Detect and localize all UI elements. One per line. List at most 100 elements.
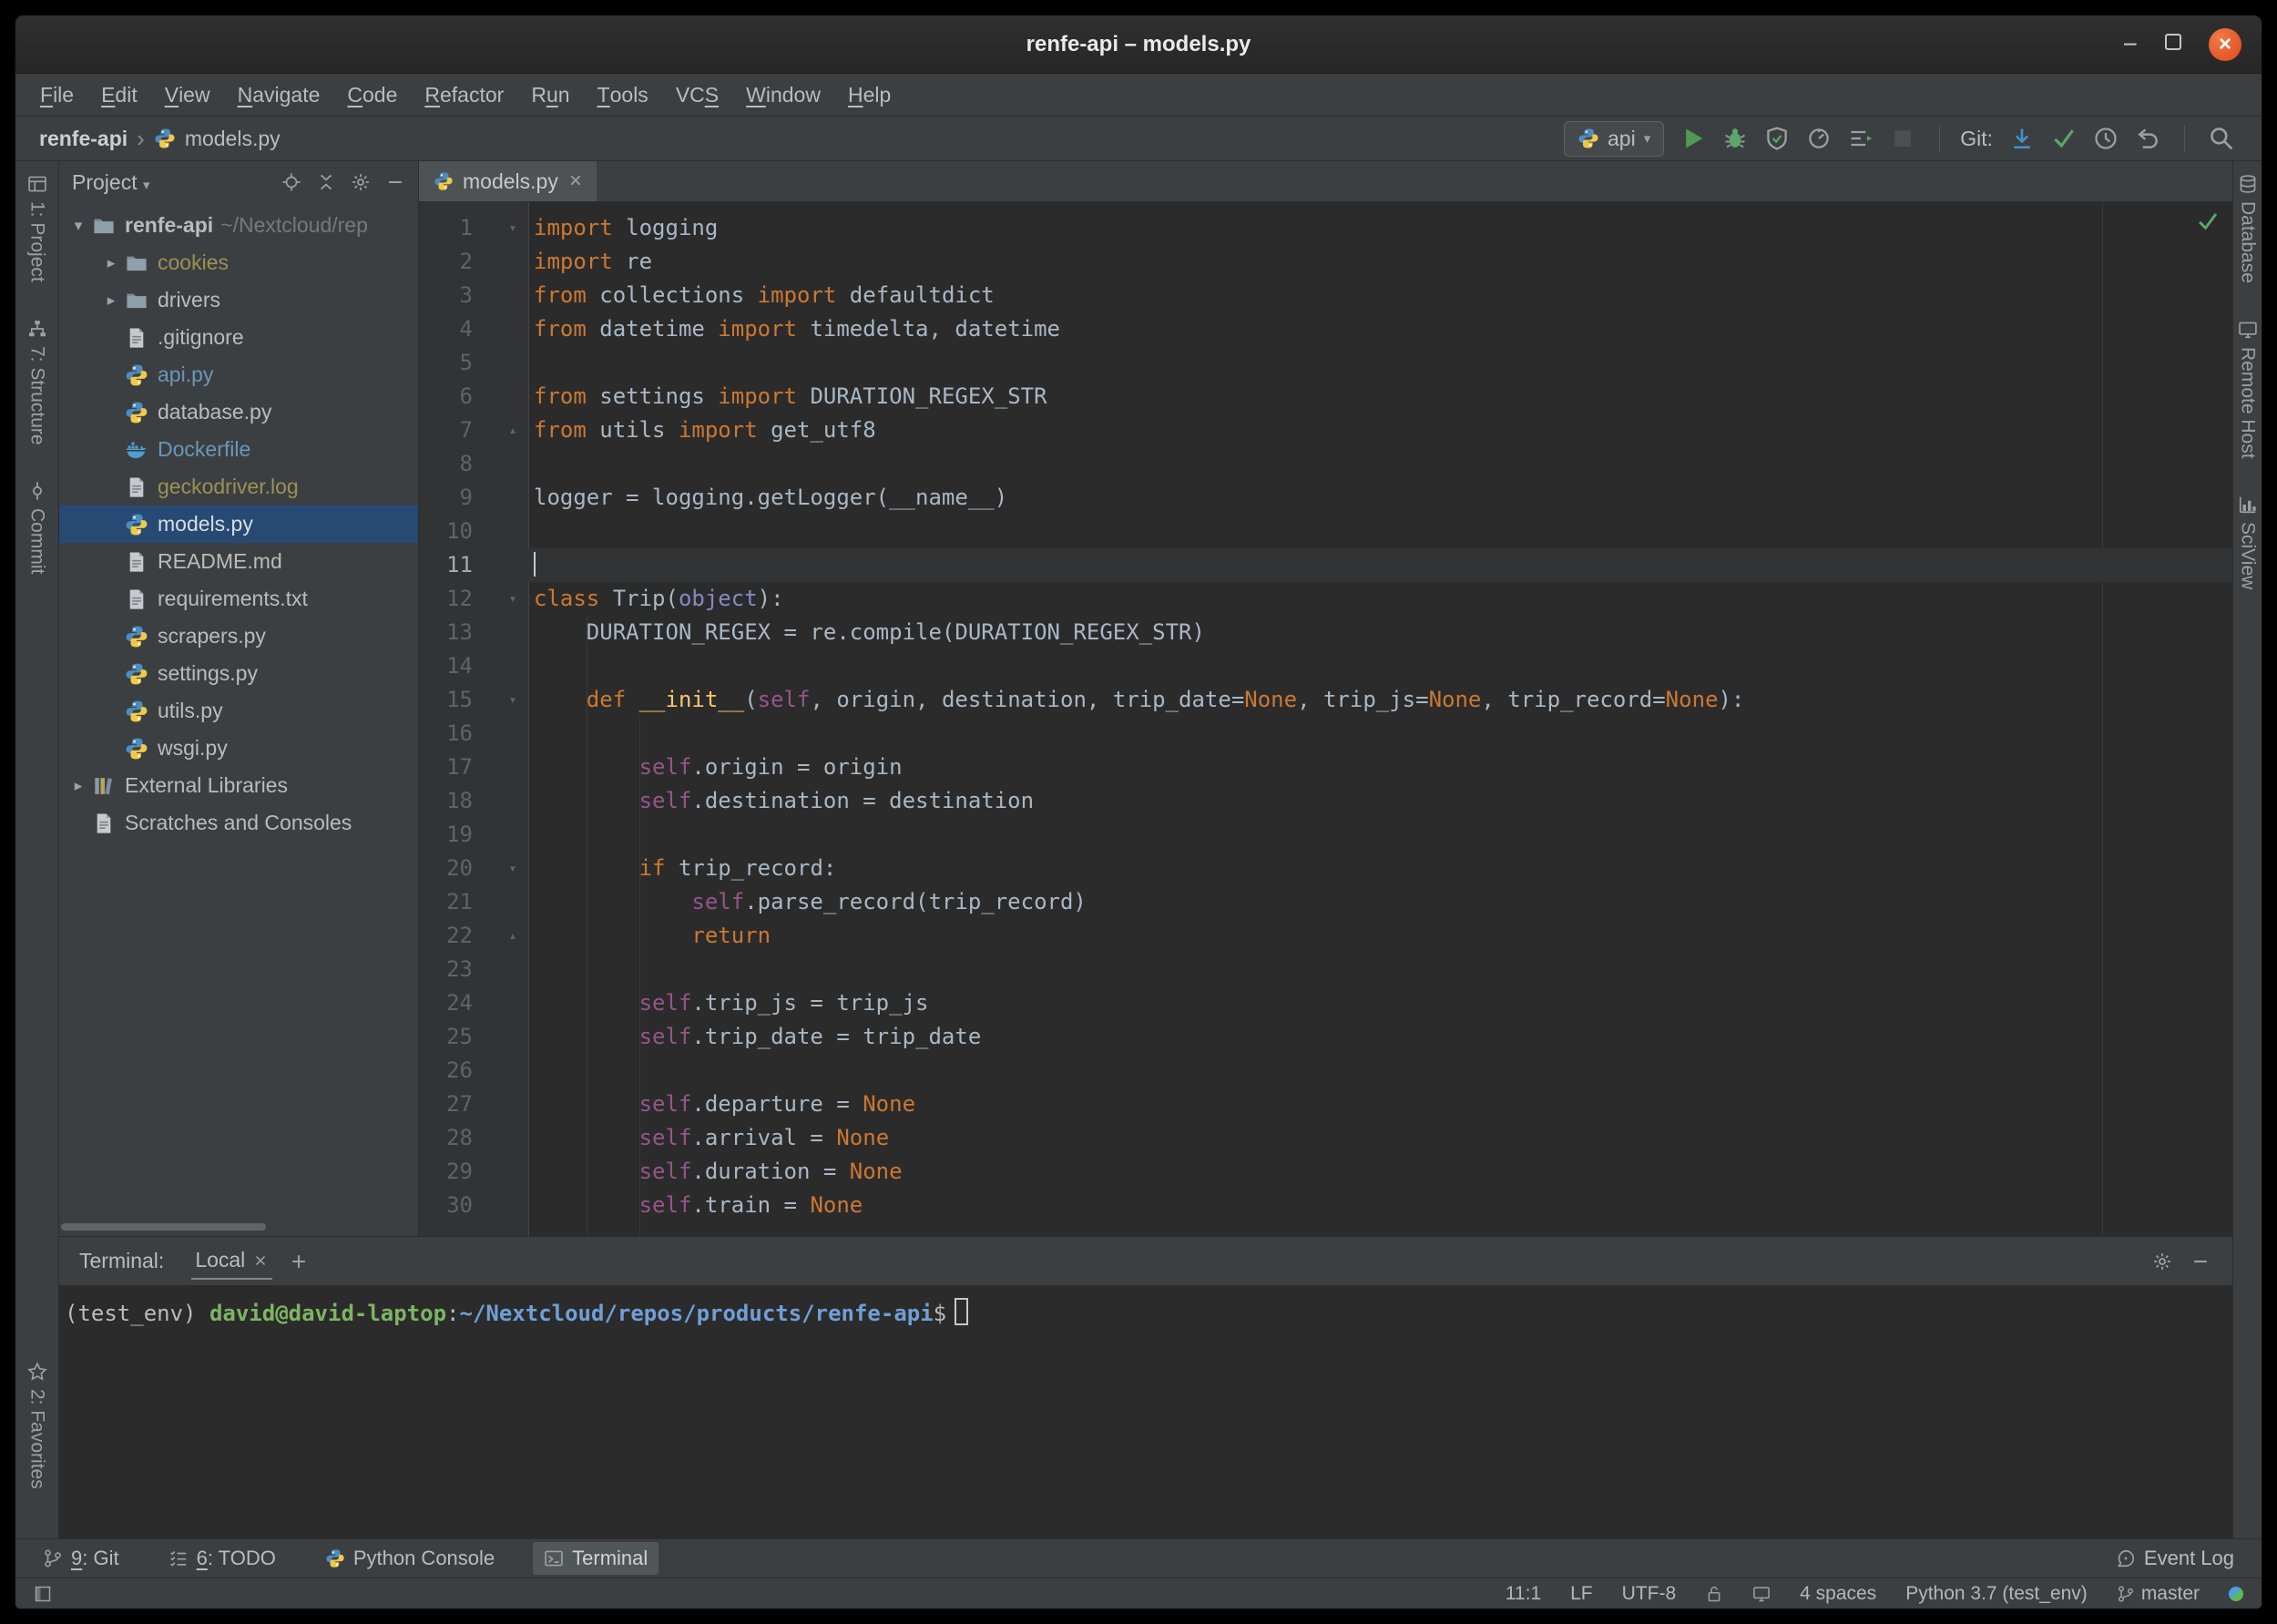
fold-marker-icon[interactable]: ▾ (496, 852, 529, 885)
file-encoding[interactable]: UTF-8 (1622, 1583, 1677, 1605)
git-branch-widget[interactable]: master (2117, 1583, 2200, 1605)
tree-item-settings-py[interactable]: settings.py (59, 655, 418, 692)
settings-gear-button[interactable] (351, 172, 371, 192)
debug-button[interactable] (1719, 122, 1751, 155)
chevron-right-icon[interactable]: ▸ (97, 291, 125, 310)
tree-item-models-py[interactable]: models.py (59, 506, 418, 543)
close-tab-icon[interactable]: × (569, 169, 582, 194)
code-line[interactable]: 20 ▾ if trip_record: (419, 852, 2232, 885)
code-line[interactable]: 4 from datetime import timedelta, datetim… (419, 312, 2232, 346)
event-log-button[interactable]: Event Log (2105, 1542, 2245, 1575)
code-line[interactable]: 1 ▾ import logging (419, 211, 2232, 245)
rollback-button[interactable] (2131, 122, 2164, 155)
code-line[interactable]: 9 logger = logging.getLogger(__name__) (419, 481, 2232, 515)
project-view-dropdown[interactable]: Project ▾ (72, 170, 150, 195)
notification-indicator[interactable] (2229, 1586, 2243, 1601)
hide-panel-button[interactable] (385, 172, 405, 192)
run-button[interactable] (1677, 122, 1710, 155)
fold-marker-icon[interactable]: ▾ (496, 683, 529, 717)
commit-button[interactable] (2047, 122, 2080, 155)
interpreter-selector[interactable]: Python 3.7 (test_env) (1905, 1583, 2088, 1605)
code-line[interactable]: 18 self.destination = destination (419, 784, 2232, 818)
stop-button[interactable] (1886, 122, 1919, 155)
code-line[interactable]: 27 self.departure = None (419, 1088, 2232, 1121)
inspections-ok-icon[interactable] (2196, 209, 2220, 233)
new-terminal-tab-button[interactable] (287, 1250, 311, 1273)
fold-marker-icon[interactable]: ▾ (496, 211, 529, 245)
hide-terminal-button[interactable] (2189, 1250, 2212, 1273)
menu-item-code[interactable]: Code (333, 74, 411, 116)
update-project-button[interactable] (2006, 122, 2038, 155)
tree-item-scrapers-py[interactable]: scrapers.py (59, 618, 418, 655)
code-line[interactable]: 23 (419, 953, 2232, 986)
concurrency-diagram-button[interactable] (1844, 122, 1877, 155)
menu-item-tools[interactable]: Tools (584, 74, 662, 116)
maximize-button[interactable] (2165, 34, 2181, 55)
tree-item-geckodriver-log[interactable]: geckodriver.log (59, 468, 418, 506)
collapse-all-button[interactable] (316, 172, 336, 192)
toolwindow-button-6-todo[interactable]: 6: TODO (158, 1542, 287, 1575)
code-line[interactable]: 28 self.arrival = None (419, 1121, 2232, 1155)
tree-item-external-libraries[interactable]: ▸ External Libraries (59, 767, 418, 804)
tree-item-database-py[interactable]: database.py (59, 393, 418, 431)
code-line[interactable]: 7 ▴ from utils import get_utf8 (419, 414, 2232, 447)
toolwindow-button-2-favorites[interactable]: 2: Favorites (26, 1362, 48, 1489)
tree-item-scratches-and-consoles[interactable]: Scratches and Consoles (59, 804, 418, 842)
code-line[interactable]: 21 self.parse_record(trip_record) (419, 885, 2232, 919)
toolwindow-button-9-git[interactable]: 9: Git (32, 1542, 130, 1575)
code-line[interactable]: 25 self.trip_date = trip_date (419, 1020, 2232, 1054)
code-line[interactable]: 30 self.train = None (419, 1189, 2232, 1222)
terminal-output[interactable]: (test_env) david@david-laptop:~/Nextclou… (59, 1285, 2232, 1538)
code-line[interactable]: 19 (419, 818, 2232, 852)
close-terminal-tab-icon[interactable] (252, 1252, 269, 1269)
tree-item-api-py[interactable]: api.py (59, 356, 418, 393)
code-line[interactable]: 26 (419, 1054, 2232, 1088)
chevron-down-icon[interactable]: ▾ (65, 217, 92, 235)
code-line[interactable]: 5 (419, 346, 2232, 380)
fold-marker-icon[interactable]: ▾ (496, 582, 529, 616)
chevron-right-icon[interactable]: ▸ (97, 254, 125, 272)
menu-item-help[interactable]: Help (834, 74, 904, 116)
code-line[interactable]: 22 ▴ return (419, 919, 2232, 953)
toolwindow-button-python-console[interactable]: Python Console (314, 1542, 505, 1575)
code-editor[interactable]: 1 ▾ import logging 2 import re 3 from collecti… (419, 202, 2232, 1236)
indent-setting[interactable]: 4 spaces (1800, 1583, 1876, 1605)
history-button[interactable] (2089, 122, 2122, 155)
tree-item-renfe-api[interactable]: ▾ renfe-api ~/Nextcloud/rep (59, 207, 418, 244)
tree-item-readme-md[interactable]: README.md (59, 543, 418, 580)
menu-item-view[interactable]: View (151, 74, 224, 116)
code-line[interactable]: 24 self.trip_js = trip_js (419, 986, 2232, 1020)
run-with-coverage-button[interactable] (1761, 122, 1793, 155)
menu-item-window[interactable]: Window (732, 74, 834, 116)
tree-item-gitignore[interactable]: .gitignore (59, 319, 418, 356)
code-line[interactable]: 29 self.duration = None (419, 1155, 2232, 1189)
tree-item-drivers[interactable]: ▸ drivers (59, 281, 418, 319)
breadcrumb-item-renfe-api[interactable]: renfe-api (39, 127, 128, 151)
breadcrumb-item-models-py[interactable]: models.py (185, 127, 281, 151)
tree-item-cookies[interactable]: ▸ cookies (59, 244, 418, 281)
tree-item-dockerfile[interactable]: Dockerfile (59, 431, 418, 468)
code-line[interactable]: 10 (419, 515, 2232, 548)
menu-item-vcs[interactable]: VC S (662, 74, 732, 116)
toolwindow-button-7-structure[interactable]: 7: Structure (26, 319, 48, 444)
code-line[interactable]: 17 self.origin = origin (419, 751, 2232, 784)
code-line[interactable]: 11 (419, 548, 2232, 582)
toolwindow-button-1-project[interactable]: 1: Project (26, 174, 48, 282)
screen-icon[interactable] (1752, 1585, 1771, 1603)
code-line[interactable]: 15 ▾ def __init__(self, origin, destinati… (419, 683, 2232, 717)
toolwindow-button-commit[interactable]: Commit (26, 481, 48, 575)
toolwindow-button-database[interactable]: Database (2237, 174, 2259, 283)
profile-button[interactable] (1802, 122, 1835, 155)
line-separator[interactable]: LF (1570, 1583, 1593, 1605)
code-line[interactable]: 2 import re (419, 245, 2232, 279)
menu-item-refactor[interactable]: Refactor (411, 74, 517, 116)
code-line[interactable]: 12 ▾ class Trip(object): (419, 582, 2232, 616)
caret-position[interactable]: 11:1 (1506, 1583, 1541, 1605)
tree-item-utils-py[interactable]: utils.py (59, 692, 418, 730)
horizontal-scrollbar[interactable] (61, 1223, 266, 1231)
menu-item-file[interactable]: File (26, 74, 87, 116)
terminal-settings-button[interactable] (2150, 1250, 2174, 1273)
lock-icon[interactable] (1705, 1585, 1723, 1603)
search-everywhere-button[interactable] (2205, 122, 2238, 155)
close-button[interactable]: × (2209, 27, 2241, 61)
